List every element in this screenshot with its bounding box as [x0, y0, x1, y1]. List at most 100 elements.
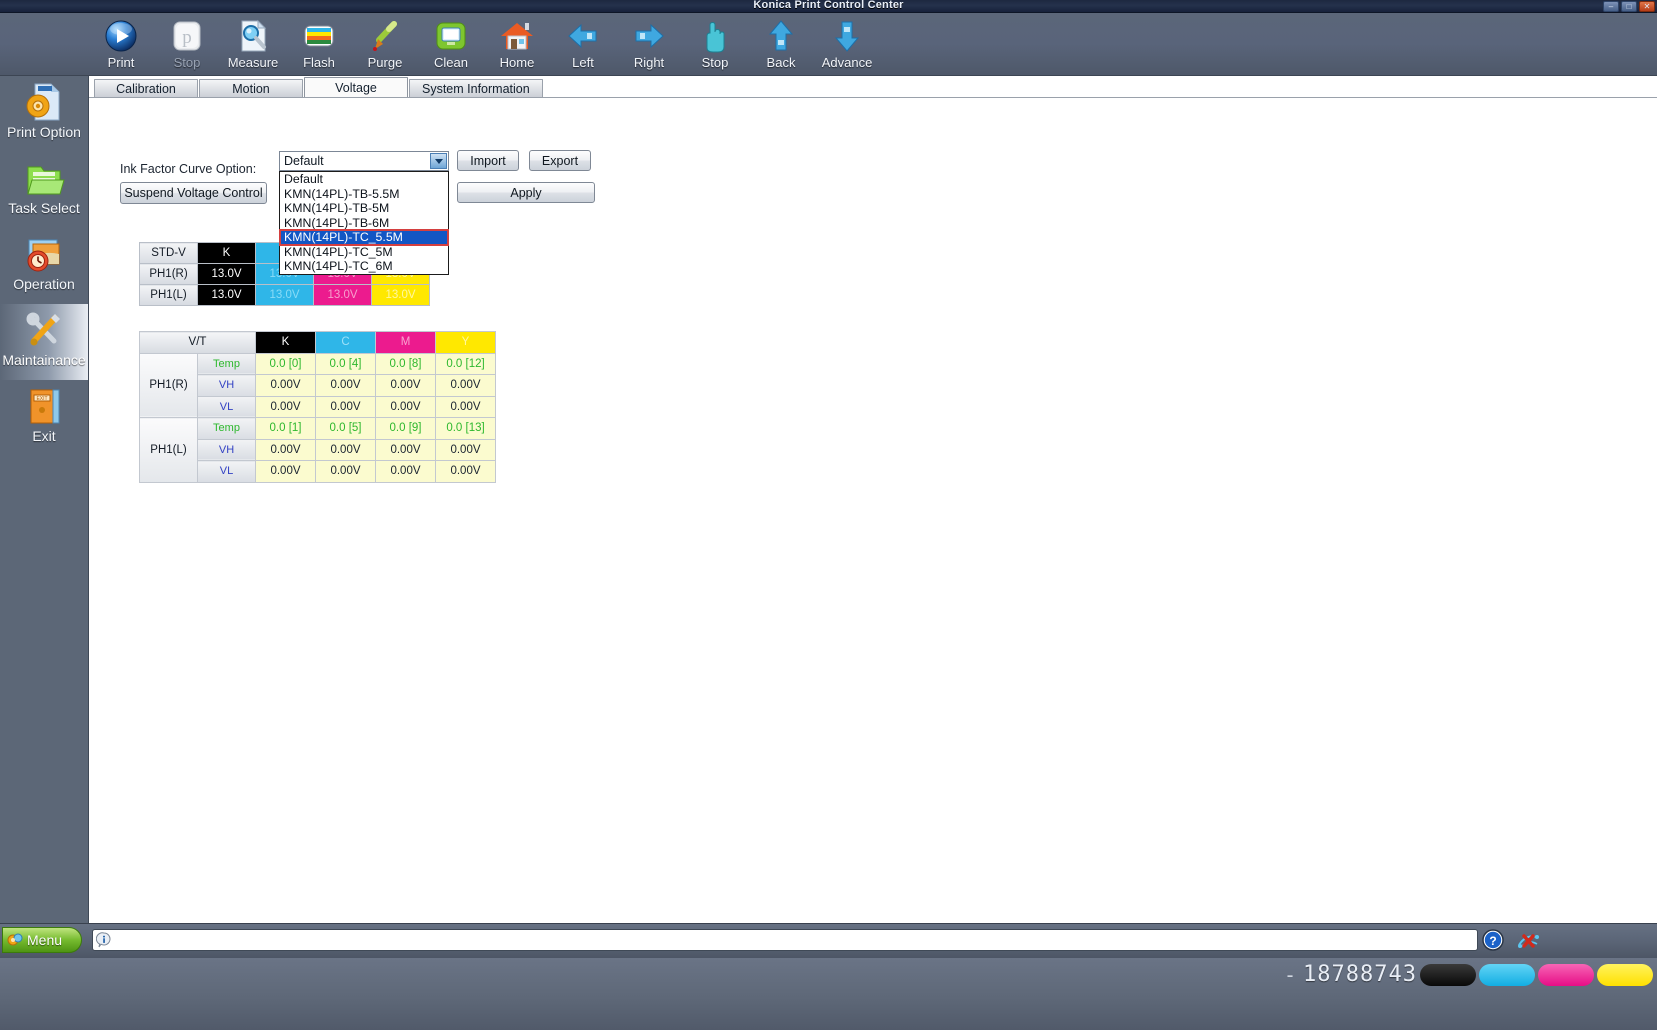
vt-cell: 0.00V: [255, 438, 316, 461]
minimize-button[interactable]: –: [1603, 1, 1619, 12]
import-button[interactable]: Import: [457, 150, 519, 171]
vt-col-header-c: C: [315, 331, 376, 354]
toolbar-button-left[interactable]: Left: [550, 13, 616, 76]
close-button[interactable]: ✕: [1639, 1, 1655, 12]
vt-cell: 0.00V: [435, 460, 496, 483]
vt-cell: 0.0 [0]: [255, 352, 316, 375]
chevron-down-icon[interactable]: [430, 153, 447, 169]
menu-button[interactable]: Menu: [2, 927, 82, 953]
sidebar-item-print-option[interactable]: Print Option: [0, 76, 88, 152]
vt-cell: 0.00V: [435, 438, 496, 461]
info-icon: [96, 932, 111, 948]
stdv-corner: STD-V: [139, 242, 198, 264]
flash-icon: [304, 25, 334, 47]
toolbar-buttons: Print p Stop Measure Flash Purge Clean H…: [88, 13, 880, 76]
ink-factor-curve-dropdown[interactable]: Default KMN(14PL)-TB-5.5M KMN(14PL)-TB-5…: [279, 171, 449, 275]
counter-digits: 18788743: [1303, 962, 1417, 987]
dropdown-option[interactable]: KMN(14PL)-TC_6M: [280, 259, 448, 274]
sidebar-item-maintainance[interactable]: Maintainance: [0, 304, 88, 380]
vt-corner: V/T: [139, 331, 256, 354]
vt-row-label: Temp: [197, 352, 256, 375]
arrow-down-icon: [834, 21, 860, 52]
toolbar-button-back[interactable]: Back: [748, 13, 814, 76]
vt-cell: 0.00V: [255, 395, 316, 418]
toolbar-button-advance[interactable]: Advance: [814, 13, 880, 76]
vt-col-header-y: Y: [435, 331, 496, 354]
vt-col-header-k: K: [255, 331, 316, 354]
window-controls: – □ ✕: [1603, 1, 1655, 12]
stdv-row-label: PH1(R): [139, 263, 198, 285]
menu-button-label: Menu: [27, 932, 63, 948]
operation-icon: [27, 239, 60, 272]
svg-text:EXIT: EXIT: [36, 396, 47, 402]
main-toolbar: Print p Stop Measure Flash Purge Clean H…: [0, 13, 1657, 76]
tab-motion[interactable]: Motion: [199, 79, 303, 98]
vt-cell: 0.00V: [435, 395, 496, 418]
dropdown-option[interactable]: KMN(14PL)-TC_5M: [280, 245, 448, 260]
vt-cell: 0.00V: [315, 374, 376, 397]
purge-icon: [373, 21, 397, 51]
export-button[interactable]: Export: [529, 150, 591, 171]
toolbar-button-purge[interactable]: Purge: [352, 13, 418, 76]
sidebar-item-operation[interactable]: Operation: [0, 228, 88, 304]
vt-cell: 0.00V: [375, 374, 436, 397]
toolbar-button-measure[interactable]: Measure: [220, 13, 286, 76]
dropdown-option[interactable]: Default: [280, 172, 448, 187]
exit-icon: EXIT: [30, 389, 60, 424]
toolbar-label: Print: [107, 55, 135, 70]
toolbar-button-home[interactable]: Home: [484, 13, 550, 76]
arrow-right-icon: [635, 23, 664, 49]
status-message-field[interactable]: [92, 929, 1478, 951]
ink-factor-curve-label: Ink Factor Curve Option:: [120, 162, 257, 176]
sidebar-item-label: Maintainance: [2, 352, 86, 368]
toolbar-button-print[interactable]: Print: [88, 13, 154, 76]
vt-row-label: VH: [197, 374, 256, 397]
tab-calibration[interactable]: Calibration: [94, 79, 198, 98]
arrow-left-icon: [568, 23, 597, 49]
toolbar-button-stop-hand[interactable]: Stop: [682, 13, 748, 76]
tab-system-information[interactable]: System Information: [409, 79, 543, 98]
tab-label: Voltage: [335, 81, 377, 95]
tab-voltage[interactable]: Voltage: [304, 77, 408, 98]
dropdown-option-selected[interactable]: KMN(14PL)-TC_5.5M: [279, 229, 449, 246]
network-disconnected-icon[interactable]: [1515, 929, 1541, 951]
clean-icon: [436, 22, 466, 50]
table-header-row: V/T K C M Y: [139, 331, 496, 354]
dropdown-option[interactable]: KMN(14PL)-TB-5M: [280, 201, 448, 216]
stdv-cell: 13.0V: [197, 284, 256, 306]
sidebar-item-exit[interactable]: EXIT Exit: [0, 380, 88, 456]
title-bar: Konica Print Control Center – □ ✕: [0, 0, 1657, 13]
toolbar-label: Stop: [701, 55, 729, 70]
maximize-button[interactable]: □: [1621, 1, 1637, 12]
vt-row-label: VL: [197, 460, 256, 483]
print-option-icon: [26, 83, 60, 121]
stdv-cell: 13.0V: [371, 284, 430, 306]
folder-icon: [27, 166, 65, 195]
toolbar-label: Measure: [227, 55, 279, 70]
help-icon[interactable]: ?: [1482, 929, 1504, 951]
stdv-col-header-k: K: [197, 242, 256, 264]
vt-cell: 0.00V: [375, 438, 436, 461]
ink-pill-c: [1479, 963, 1535, 986]
vt-cell: 0.0 [12]: [435, 352, 496, 375]
counter-dash: -: [1283, 962, 1297, 987]
toolbar-label: Stop: [173, 55, 201, 70]
stdv-cell: 13.0V: [197, 263, 256, 285]
toolbar-label: Left: [572, 55, 594, 70]
toolbar-button-right[interactable]: Right: [616, 13, 682, 76]
suspend-voltage-control-button[interactable]: Suspend Voltage Control: [120, 182, 267, 204]
stdv-cell: 13.0V: [255, 284, 314, 306]
ink-pill-y: [1597, 963, 1653, 986]
stdv-cell: 13.0V: [313, 284, 372, 306]
sidebar-item-task-select[interactable]: Task Select: [0, 152, 88, 228]
dropdown-option[interactable]: KMN(14PL)-TB-5.5M: [280, 187, 448, 202]
toolbar-button-flash[interactable]: Flash: [286, 13, 352, 76]
toolbar-button-clean[interactable]: Clean: [418, 13, 484, 76]
home-icon: [501, 23, 533, 50]
apply-button[interactable]: Apply: [457, 182, 595, 203]
sidebar-item-label: Operation: [13, 276, 75, 292]
toolbar-button-stop[interactable]: p Stop: [154, 13, 220, 76]
arrow-up-icon: [768, 20, 794, 51]
dropdown-option[interactable]: KMN(14PL)-TB-6M: [280, 216, 448, 231]
ink-factor-curve-select[interactable]: Default: [279, 151, 449, 171]
